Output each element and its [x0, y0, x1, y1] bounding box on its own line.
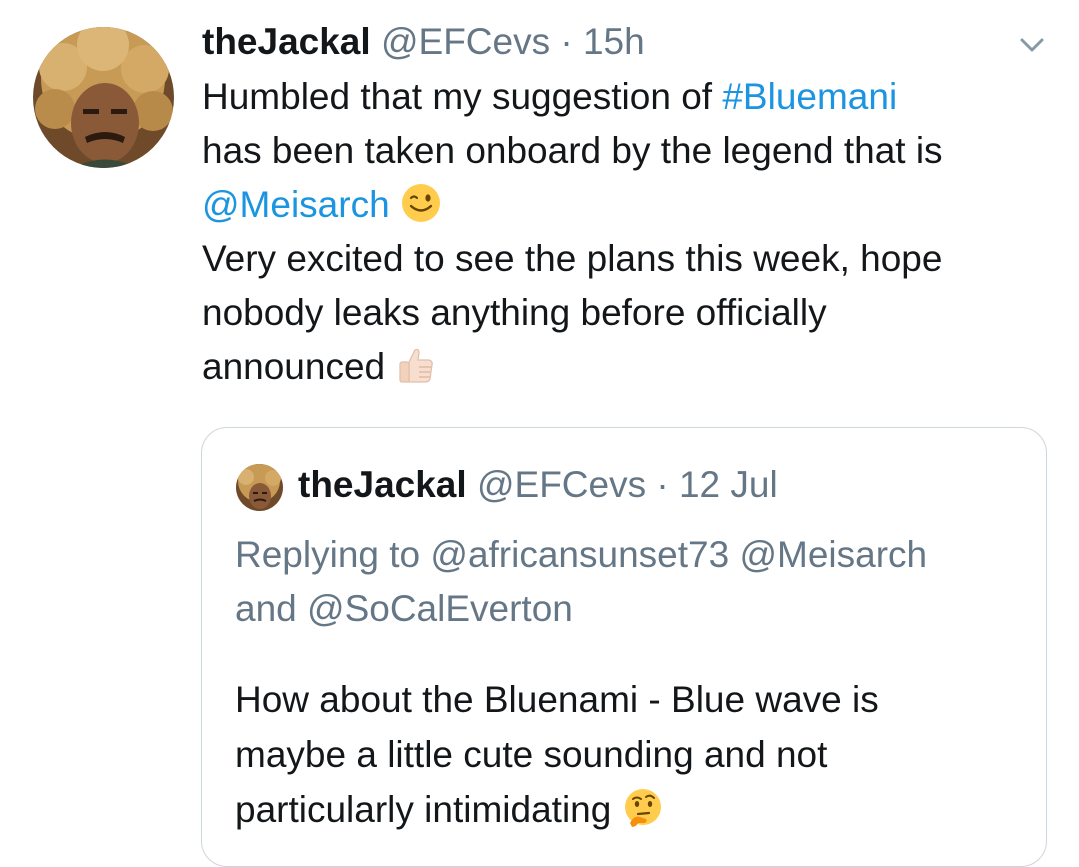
tweet-text-part2: has been taken onboard by the legend tha… — [202, 130, 943, 171]
quoted-text-line3: particularly intimidating — [235, 789, 612, 830]
quoted-avatar-image — [236, 464, 283, 511]
quoted-tweet-card[interactable]: theJackal @EFCevs · 12 Jul Replying to @… — [201, 427, 1047, 867]
tweet-header: theJackal @EFCevs · 15h — [202, 17, 645, 67]
replying-and: and — [235, 588, 308, 629]
tweet-text-line4: Very excited to see the plans this week,… — [202, 238, 943, 279]
separator-dot: · — [560, 21, 573, 62]
tweet-timestamp[interactable]: 15h — [583, 21, 645, 62]
quoted-tweet-text: How about the Bluenami - Blue wave is ma… — [235, 672, 1035, 837]
author-avatar[interactable] — [33, 27, 174, 168]
quoted-author-name: theJackal — [298, 464, 467, 505]
tweet: theJackal @EFCevs · 15h Humbled that my … — [0, 0, 1079, 867]
quoted-separator-dot: · — [656, 464, 669, 505]
chevron-down-icon[interactable] — [1014, 30, 1050, 60]
tweet-text: Humbled that my suggestion of #Bluemani … — [202, 70, 1052, 394]
quoted-text-line1: How about the Bluenami - Blue wave is — [235, 679, 879, 720]
replying-mention-socaleverton: @SoCalEverton — [307, 588, 573, 629]
quoted-tweet-header: theJackal @EFCevs · 12 Jul — [298, 460, 778, 510]
author-handle[interactable]: @EFCevs — [381, 21, 550, 62]
replying-prefix: Replying to — [235, 534, 431, 575]
avatar-image — [33, 27, 174, 168]
quoted-tweet-timestamp: 12 Jul — [678, 464, 778, 505]
tweet-text-line6: announced — [202, 346, 386, 387]
thinking-face-icon — [622, 787, 664, 829]
replying-to: Replying to @africansunset73 @Meisarch a… — [235, 528, 1035, 636]
tweet-text-line5: nobody leaks anything before officially — [202, 292, 827, 333]
thumbs-up-icon — [395, 344, 437, 386]
replying-mention-meisarch: @Meisarch — [739, 534, 928, 575]
quoted-author-handle: @EFCevs — [476, 464, 647, 505]
author-name[interactable]: theJackal — [202, 21, 371, 62]
tweet-text-part1: Humbled that my suggestion of — [202, 76, 723, 117]
mention-link[interactable]: @Meisarch — [202, 184, 390, 225]
quoted-text-line2: maybe a little cute sounding and not — [235, 734, 828, 775]
winking-face-icon — [400, 182, 442, 224]
replying-mention-africansunset73: @africansunset73 — [430, 534, 730, 575]
hashtag-link[interactable]: #Bluemani — [722, 76, 897, 117]
quoted-author-avatar[interactable] — [236, 464, 283, 511]
